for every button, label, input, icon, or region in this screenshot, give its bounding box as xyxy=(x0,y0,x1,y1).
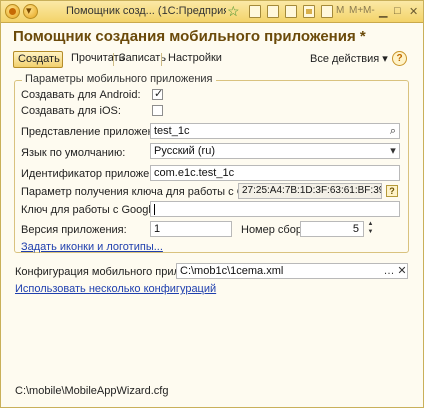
app-id-field[interactable]: com.e1c.test_1c xyxy=(150,165,400,181)
build-field[interactable]: 5 xyxy=(300,221,364,237)
clear-icon[interactable]: ✕ xyxy=(396,264,408,278)
minimize-icon[interactable]: ▁ xyxy=(379,5,387,18)
version-label: Версия приложения: xyxy=(21,224,127,236)
toolbar-divider xyxy=(161,53,162,66)
app-window: Помощник созд... (1С:Предприятие) ☆ M M+… xyxy=(0,0,424,408)
close-icon[interactable]: ✕ xyxy=(409,5,418,18)
all-actions-menu[interactable]: Все действия ▾ xyxy=(310,52,388,65)
memory-plus-button[interactable]: M+ xyxy=(349,5,363,16)
android-checkbox[interactable]: ✓ xyxy=(152,88,164,100)
title-bar: Помощник созд... (1С:Предприятие) ☆ M M+… xyxy=(1,1,423,23)
config-path-field[interactable]: C:\mob1c\1cema.xml xyxy=(176,263,408,279)
create-button[interactable]: Создать xyxy=(13,51,63,68)
app-view-value: test_1c xyxy=(154,125,190,137)
spin-up-icon[interactable]: ▲ xyxy=(366,221,375,228)
maps-param-field[interactable]: 27:25:A4:7B:1D:3F:63:61:BF:39:8D:E xyxy=(238,183,382,199)
form-title: Помощник создания мобильного приложения … xyxy=(13,28,366,45)
toolbar-divider xyxy=(113,53,114,66)
settings-button[interactable]: Настройки xyxy=(164,51,226,68)
search-icon[interactable]: ⌕ xyxy=(387,124,399,138)
version-field[interactable]: 1 xyxy=(150,221,232,237)
copy-icon[interactable] xyxy=(267,5,279,18)
main-menu-icon[interactable] xyxy=(23,4,38,19)
maps-param-value: 27:25:A4:7B:1D:3F:63:61:BF:39:8D:E xyxy=(242,185,381,196)
favorite-star-icon[interactable]: ☆ xyxy=(227,3,240,20)
ios-label: Создавать для iOS: xyxy=(21,105,121,117)
memory-button[interactable]: M xyxy=(336,5,344,16)
app-logo-icon[interactable] xyxy=(5,4,20,19)
icons-logos-link[interactable]: Задать иконки и логотипы... xyxy=(21,241,163,253)
checkmark-icon: ✓ xyxy=(154,88,164,100)
text-cursor xyxy=(154,203,155,215)
chevron-down-icon[interactable]: ▾ xyxy=(387,144,399,158)
spin-down-icon[interactable]: ▼ xyxy=(366,229,375,236)
android-label: Создавать для Android: xyxy=(21,89,141,101)
calculator-icon[interactable] xyxy=(321,5,333,18)
memory-minus-button[interactable]: M- xyxy=(363,5,375,16)
select-file-icon[interactable]: … xyxy=(383,264,395,278)
build-value: 5 xyxy=(352,223,359,235)
info-icon[interactable]: ? xyxy=(386,185,398,197)
version-value: 1 xyxy=(154,223,161,235)
window-title: Помощник созд... (1С:Предприятие) xyxy=(66,5,226,17)
calendar-icon[interactable] xyxy=(303,5,315,18)
ios-checkbox[interactable] xyxy=(152,105,163,116)
print-icon[interactable] xyxy=(285,5,297,18)
help-icon[interactable]: ? xyxy=(392,51,407,66)
language-select[interactable]: Русский (ru) xyxy=(150,143,400,159)
maximize-icon[interactable]: □ xyxy=(394,5,401,17)
app-view-field[interactable]: test_1c xyxy=(150,123,400,139)
language-value: Русский (ru) xyxy=(154,145,215,157)
document-icon[interactable] xyxy=(249,5,261,18)
app-view-label: Представление приложения: xyxy=(21,126,169,138)
app-id-value: com.e1c.test_1c xyxy=(154,167,235,179)
footer-path: C:\mobile\MobileAppWizard.cfg xyxy=(15,385,169,397)
maps-key-field[interactable] xyxy=(150,201,400,217)
language-label: Язык по умолчанию: xyxy=(21,147,126,159)
multi-config-link[interactable]: Использовать несколько конфигураций xyxy=(15,283,216,295)
app-id-label: Идентификатор приложения: xyxy=(21,168,171,180)
group-caption: Параметры мобильного приложения xyxy=(22,73,216,85)
config-path-value: C:\mob1c\1cema.xml xyxy=(180,265,284,277)
